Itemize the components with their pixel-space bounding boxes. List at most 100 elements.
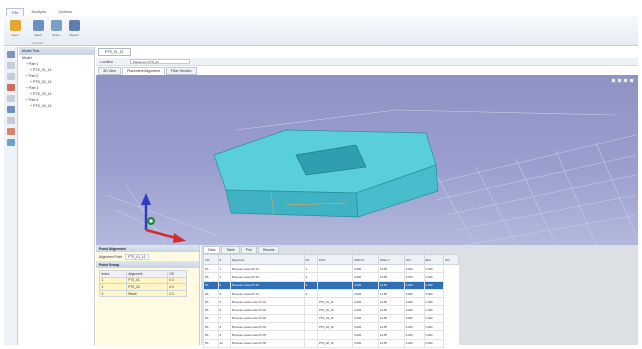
table-cell: 0.000: [352, 322, 380, 332]
table-cell: 0.000: [352, 330, 380, 340]
table-cell: PTS_06_12: [316, 338, 354, 348]
table-cell: 12.55: [378, 330, 405, 340]
tab-3d-view[interactable]: 3D View: [98, 67, 121, 75]
tab-placement-alignment[interactable]: Placement Alignment: [121, 67, 165, 75]
ribbon-tabs: File Analysis Options: [6, 8, 77, 16]
document-tab[interactable]: PTS_01_12: [98, 48, 131, 56]
tab-plot[interactable]: Plot: [240, 246, 257, 254]
table-row[interactable]: PA 8 Pressure vessel outer Pt 04 PTS_04_12 0…: [203, 322, 459, 332]
alignment-point-field[interactable]: PTS_01_12: [125, 253, 149, 260]
view-tool-icon[interactable]: [6, 139, 15, 146]
grid-column-header[interactable]: Offset Y: [378, 254, 405, 265]
grid-column-header[interactable]: Point: [316, 254, 354, 265]
grid-column-header[interactable]: Cat: [203, 254, 219, 265]
table-row[interactable]: PA 9 Pressure vessel outer Pt 05 0.000 12.55…: [203, 330, 459, 340]
table-cell: 0.000: [403, 338, 425, 348]
tree-node[interactable]: + PTS_04_12: [19, 103, 94, 109]
model-geometry[interactable]: [213, 129, 439, 218]
grid-column-header[interactable]: Offset X: [352, 254, 380, 265]
table-cell: Pressure vessel Pt 04: [229, 288, 305, 299]
table-row[interactable]: PA 7 Pressure vessel outer Pt 03 PTS_03_12 0…: [203, 313, 459, 324]
table-row[interactable]: PA 3 Pressure vessel Pt 03 3 0.000 12.55 0.000…: [203, 280, 459, 290]
section-tool-icon[interactable]: [6, 128, 15, 135]
table-row[interactable]: PA 5 Pressure vessel outer Pt 01 PTS_01_12 0…: [203, 297, 459, 307]
point-group-cell: 2: [99, 283, 127, 291]
select-tool-icon[interactable]: [6, 51, 15, 58]
table-cell: 0.000: [423, 330, 445, 340]
ribbon-tab-options[interactable]: Options: [53, 8, 77, 16]
mesh-button[interactable]: Mesh: [30, 18, 46, 42]
point-group-column-header[interactable]: Off: [166, 270, 188, 278]
tab-results[interactable]: Results: [257, 246, 280, 254]
table-cell: 0.000: [352, 288, 380, 299]
point-group-row[interactable]: 3 Reset 0.0: [99, 289, 188, 298]
ribbon-tab-analysis[interactable]: Analysis: [26, 8, 51, 16]
grid-column-header[interactable]: #: [217, 254, 231, 265]
table-cell: 0.000: [423, 263, 445, 274]
point-group-column-header[interactable]: Index: [99, 270, 127, 278]
open-button[interactable]: Open: [7, 18, 23, 42]
table-cell: Pressure vessel outer Pt 05: [229, 330, 305, 340]
point-group-column-header[interactable]: Alignment: [125, 270, 168, 278]
zoom-tool-icon[interactable]: [6, 106, 15, 113]
alignment-point-row: Alignment Point PTS_01_12: [96, 252, 199, 261]
grid-column-header[interactable]: Idx: [303, 254, 318, 265]
move-tool-icon[interactable]: [6, 62, 15, 69]
table-cell: 3: [303, 280, 318, 290]
table-cell: 10: [217, 338, 231, 348]
viewport-scene: [105, 109, 637, 245]
ribbon-toolbar: Open Mesh Solve Report Analysis: [4, 16, 638, 46]
table-cell: PA: [203, 338, 219, 348]
solve-icon: [50, 20, 62, 31]
point-group-row[interactable]: 1 PTS_01 0.0: [99, 276, 188, 285]
point-group-cell: PTS_02: [125, 283, 168, 291]
grid-column-header[interactable]: Rot: [443, 254, 459, 265]
table-row[interactable]: PA 4 Pressure vessel Pt 04 4 0.000 12.55 0.000…: [203, 288, 459, 299]
ribbon-tab-file[interactable]: File: [6, 8, 25, 16]
table-cell: PA: [203, 313, 219, 324]
table-cell: 12.55: [378, 313, 405, 324]
table-cell: [316, 288, 354, 299]
report-button[interactable]: Report: [66, 18, 82, 42]
pan-tool-icon[interactable]: [6, 117, 15, 124]
app-window: File Analysis Options Open Mesh Solve Re…: [0, 0, 642, 349]
rotate-tool-icon[interactable]: [6, 73, 15, 80]
table-cell: 0.000: [423, 338, 445, 348]
table-cell: [316, 330, 354, 340]
delete-tool-icon[interactable]: [6, 84, 15, 91]
table-cell: 0.000: [403, 263, 425, 274]
rotate-view-icon[interactable]: [617, 78, 622, 83]
table-cell: 4: [303, 288, 318, 299]
3d-viewport[interactable]: [96, 75, 638, 245]
table-row[interactable]: PA 10 Pressure vessel outer Pt 06 PTS_06_12…: [203, 338, 459, 348]
table-cell: 4: [217, 288, 231, 299]
point-group-cell: 1: [99, 276, 127, 285]
grid-column-header[interactable]: Alignment: [229, 254, 305, 265]
grid-column-header[interactable]: Vert: [403, 254, 425, 265]
zoom-fit-icon[interactable]: [611, 78, 616, 83]
measure-tool-icon[interactable]: [6, 95, 15, 102]
table-cell: PA: [203, 280, 219, 290]
solve-button[interactable]: Solve: [48, 18, 64, 42]
table-cell: [316, 280, 354, 290]
grid-column-header[interactable]: Elev: [423, 254, 445, 265]
tab-fiber-section[interactable]: Fiber Section: [165, 67, 197, 75]
location-field[interactable]: Placement PTS_01: [130, 59, 190, 64]
document-area: PTS_01_12 Location Placement PTS_01 3D V…: [96, 47, 638, 348]
table-cell: 3: [217, 280, 231, 290]
left-tool-strip: [4, 47, 18, 345]
table-cell: PTS_01_12: [316, 297, 354, 307]
table-row[interactable]: PA 1 Pressure vessel Pt 01 1 0.000 12.55 0.000…: [203, 263, 459, 274]
wireframe-icon[interactable]: [629, 78, 634, 83]
table-cell: 12.55: [378, 280, 405, 290]
table-cell: 0.000: [403, 322, 425, 332]
point-group-row[interactable]: 2 PTS_02 0.0: [99, 283, 188, 291]
table-cell: 7: [217, 313, 231, 324]
pan-view-icon[interactable]: [623, 78, 628, 83]
tab-data[interactable]: Data: [203, 246, 221, 254]
table-row[interactable]: PA 2 Pressure vessel Pt 02 2 0.000 12.55 0.000…: [203, 272, 459, 282]
mesh-icon: [32, 20, 44, 31]
point-group-cell: PTS_01: [125, 276, 168, 285]
table-row[interactable]: PA 6 Pressure vessel outer Pt 02 PTS_02_12 0…: [203, 305, 459, 315]
tab-table[interactable]: Table: [221, 246, 240, 254]
